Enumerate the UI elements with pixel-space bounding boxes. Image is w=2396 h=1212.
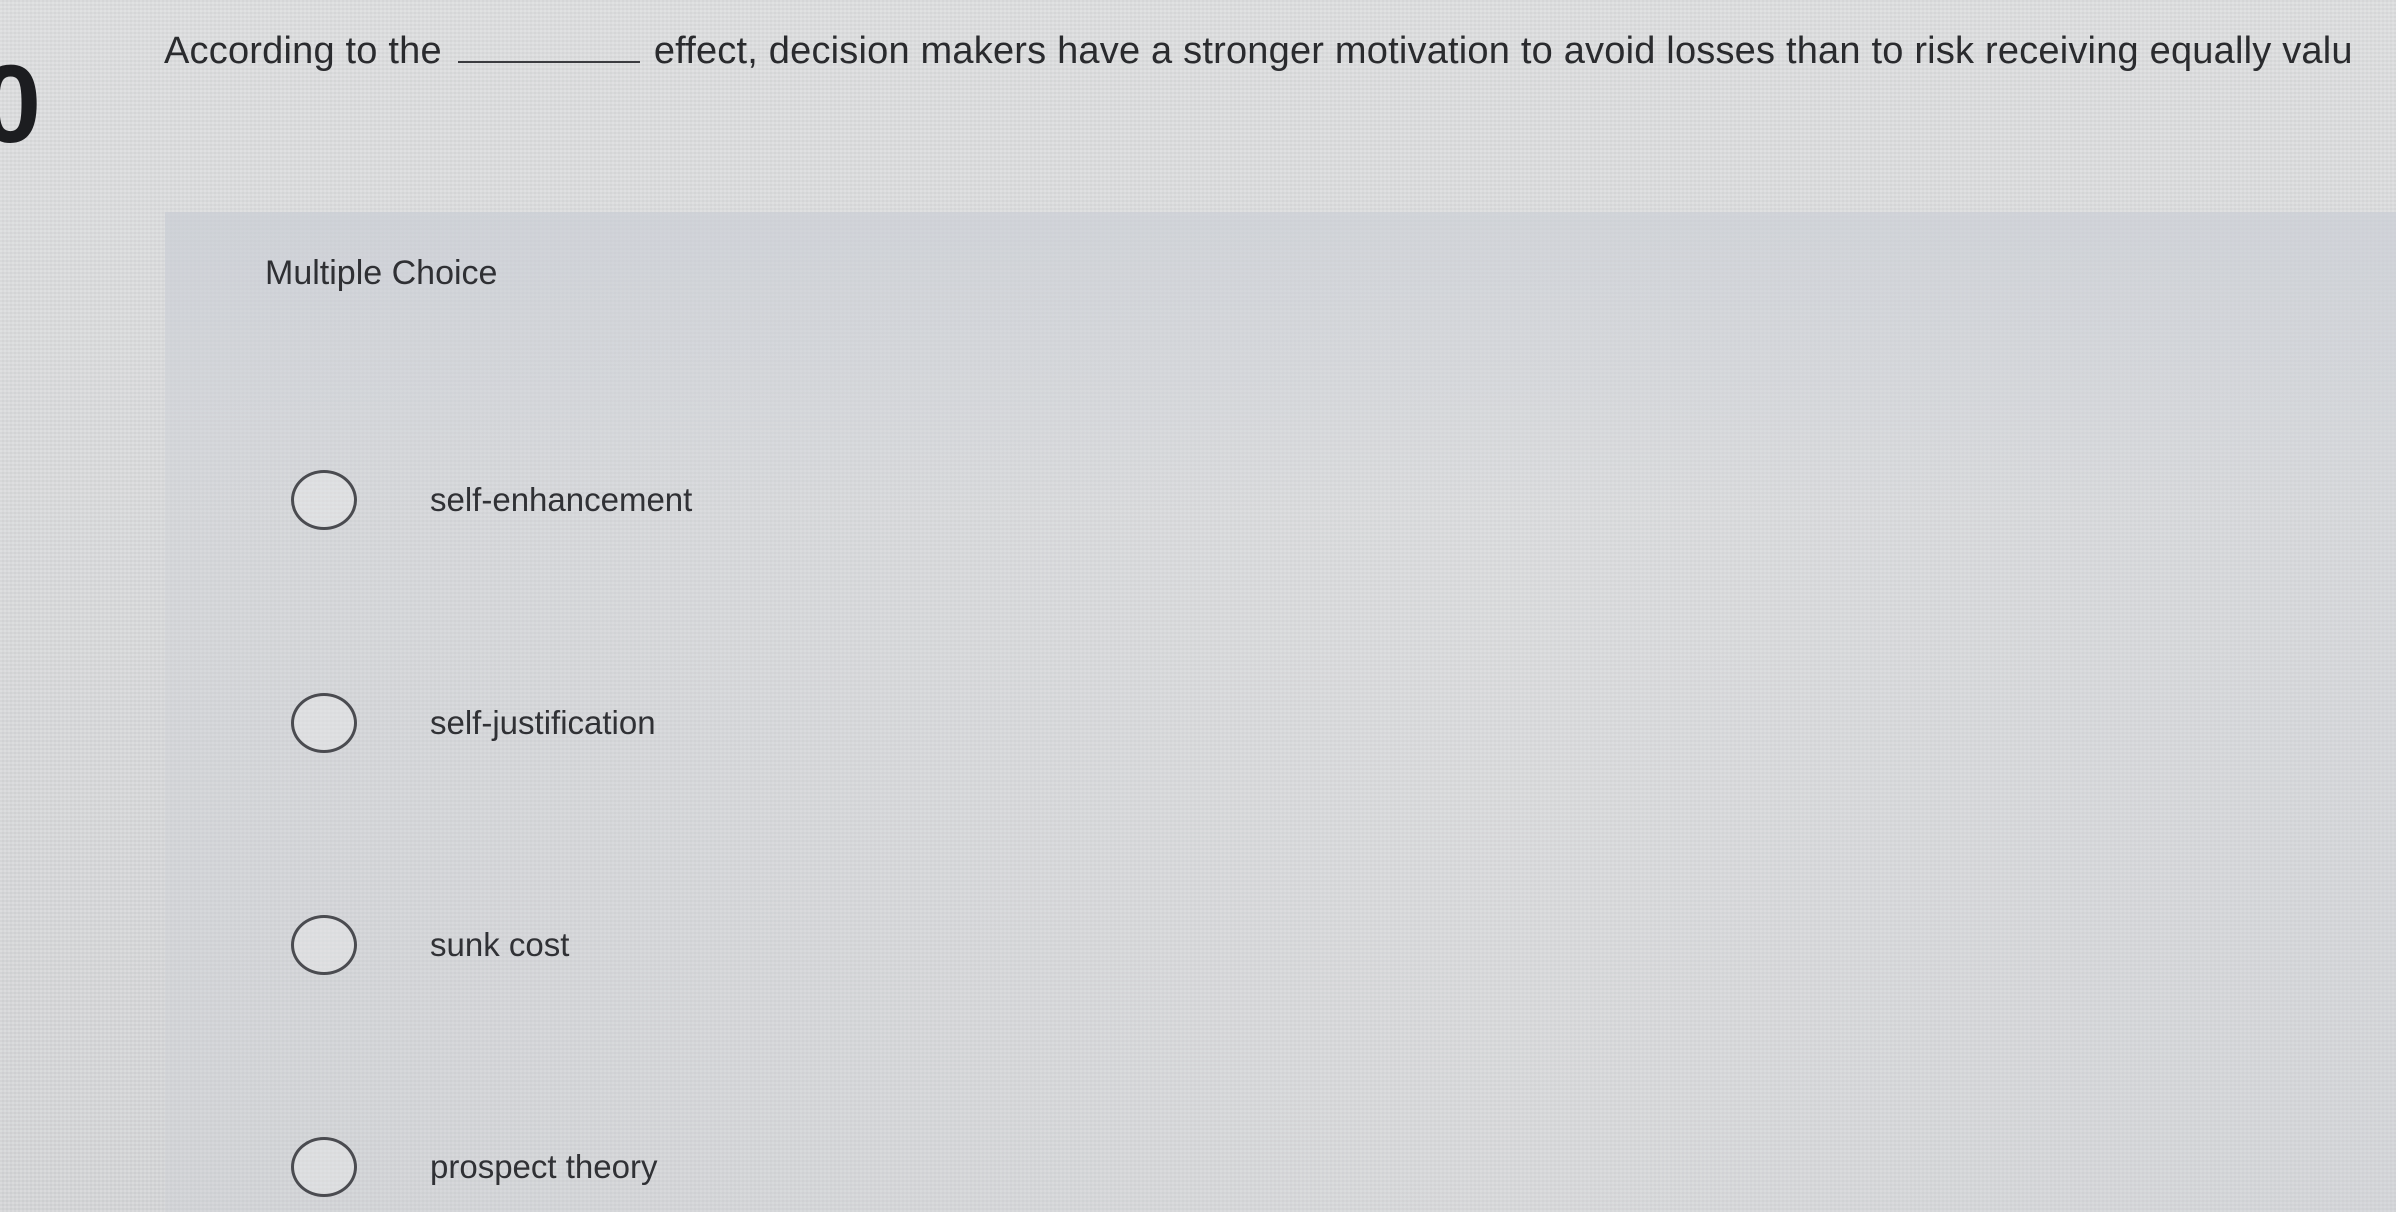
- question-text-before: According to the: [164, 30, 442, 72]
- choice-label[interactable]: self-enhancement: [430, 481, 692, 519]
- choice-option-4[interactable]: prospect theory: [291, 1137, 657, 1197]
- choice-option-2[interactable]: self-justification: [291, 693, 656, 753]
- choice-label[interactable]: self-justification: [430, 704, 656, 742]
- radio-button-icon[interactable]: [291, 693, 357, 753]
- choice-label[interactable]: prospect theory: [430, 1148, 657, 1186]
- fill-in-blank: [457, 60, 640, 63]
- radio-button-icon[interactable]: [291, 470, 357, 530]
- choice-label[interactable]: sunk cost: [430, 926, 569, 964]
- radio-button-icon[interactable]: [291, 1137, 357, 1197]
- question-number: 0: [0, 43, 42, 166]
- choice-option-3[interactable]: sunk cost: [291, 915, 569, 975]
- question-text-after: effect, decision makers have a stronger …: [653, 30, 2353, 72]
- radio-button-icon[interactable]: [291, 915, 357, 975]
- multiple-choice-heading: Multiple Choice: [265, 254, 498, 292]
- multiple-choice-panel: Multiple Choice self-enhancement self-ju…: [165, 212, 2396, 1212]
- question-prompt: According to the effect, decision makers …: [164, 30, 2353, 73]
- choice-option-1[interactable]: self-enhancement: [291, 470, 692, 530]
- quiz-page: 0 According to the effect, decision maker…: [0, 0, 2396, 1212]
